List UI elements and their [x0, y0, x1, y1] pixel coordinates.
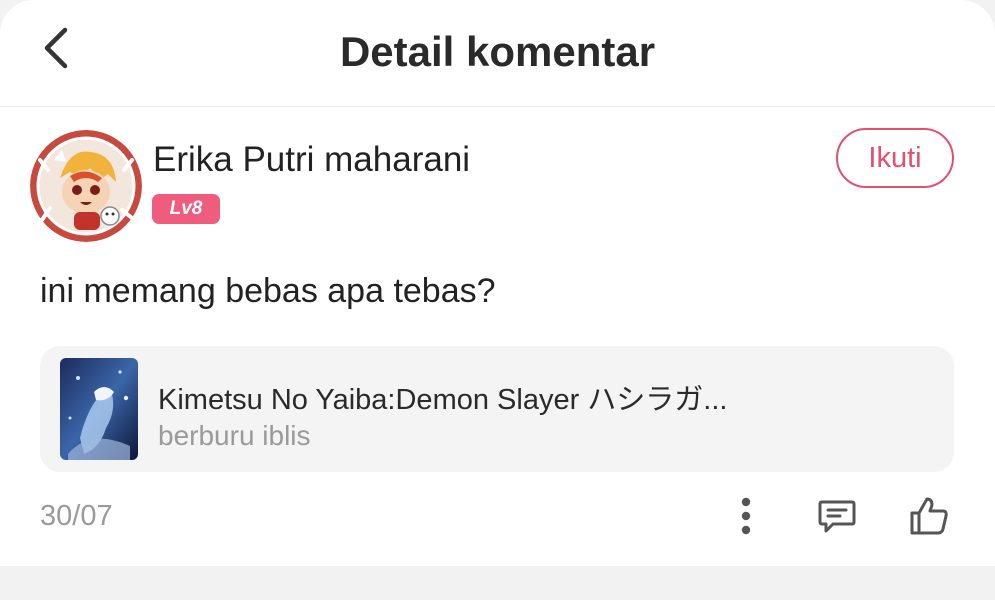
comment-icon — [818, 500, 856, 533]
comment-detail-screen: Detail komentar Erika Putri maharani Lv8… — [0, 0, 995, 566]
avatar-image — [30, 130, 142, 242]
comment-text: ini memang bebas apa tebas? — [40, 272, 496, 310]
book-card[interactable]: Kimetsu No Yaiba:Demon Slayer ハシラガ... be… — [40, 346, 954, 472]
page-title: Detail komentar — [339, 28, 656, 75]
avatar[interactable] — [30, 130, 142, 242]
level-badge: Lv8 — [152, 194, 220, 224]
like-button[interactable] — [905, 492, 953, 540]
more-button[interactable] — [722, 492, 770, 540]
reply-button[interactable] — [813, 492, 861, 540]
username[interactable]: Erika Putri maharani — [153, 140, 470, 180]
thumbs-up-icon — [910, 497, 948, 535]
book-cover — [60, 358, 138, 460]
follow-button[interactable]: Ikuti — [836, 128, 954, 188]
book-title: Kimetsu No Yaiba:Demon Slayer ハシラガ... — [158, 384, 728, 416]
book-subtitle: berburu iblis — [158, 420, 311, 451]
header: Detail komentar — [0, 0, 995, 107]
comment-date: 30/07 — [40, 500, 113, 532]
more-vertical-icon — [741, 497, 751, 535]
